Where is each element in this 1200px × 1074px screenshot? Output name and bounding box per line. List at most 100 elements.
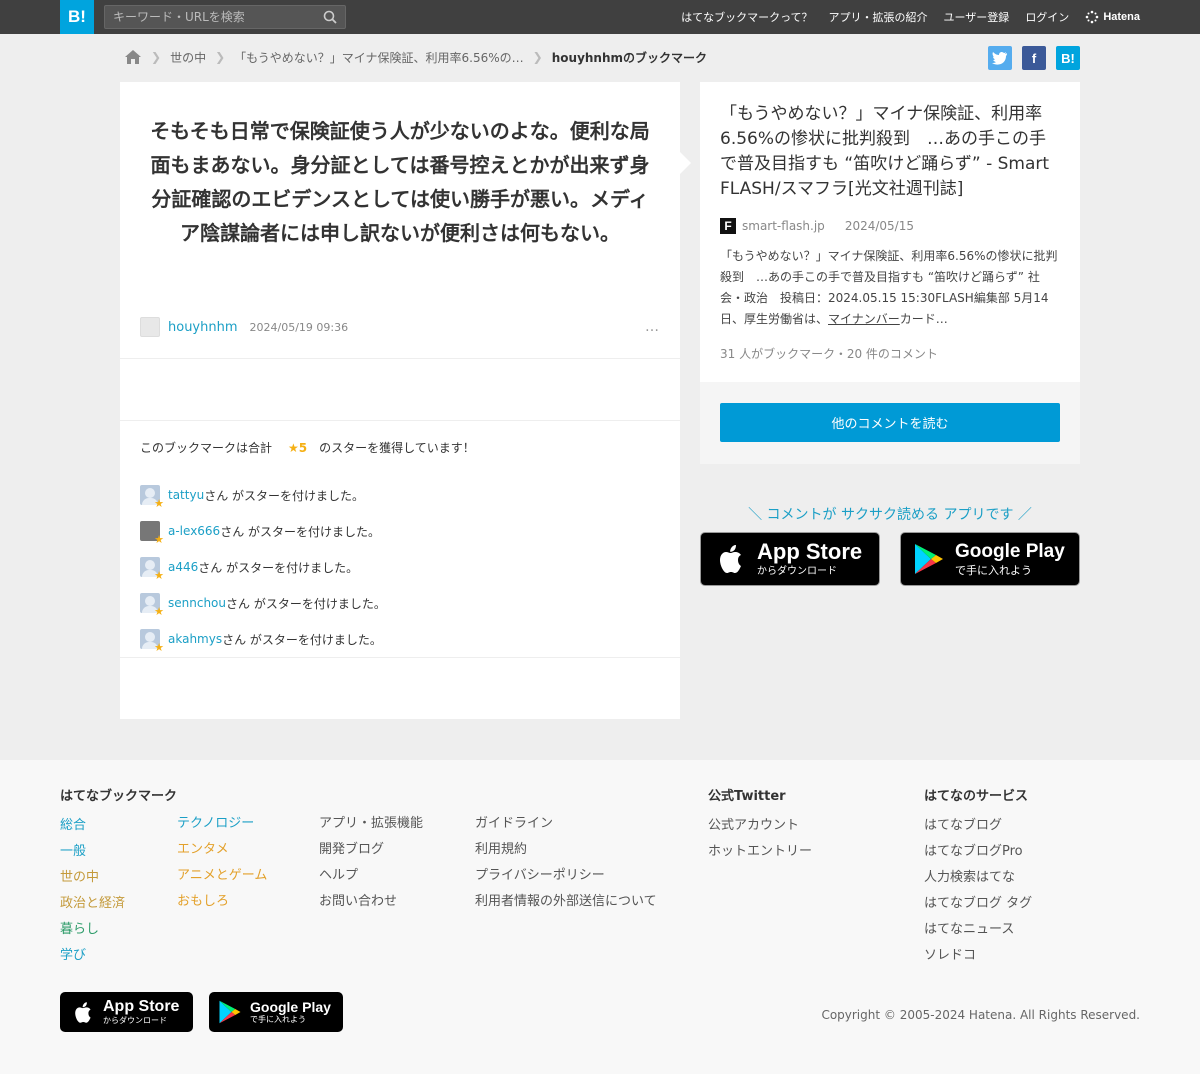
avatar[interactable]	[140, 317, 160, 337]
google-play-button[interactable]: Google Play で手に入れよう	[900, 532, 1080, 586]
footer-cat-col-b: テクノロジー エンタメ アニメとゲーム おもしろ	[177, 816, 267, 920]
footer-link-privacy[interactable]: プライバシーポリシー	[475, 868, 657, 894]
avatar[interactable]: ★	[140, 485, 164, 510]
footer-link-guideline[interactable]: ガイドライン	[475, 816, 657, 842]
search-icon[interactable]	[323, 10, 337, 24]
avatar[interactable]: ★	[140, 593, 164, 618]
top-bar: B! はてなブックマークって？ アプリ・拡張の紹介 ユーザー登録 ログイン Ha…	[0, 0, 1200, 34]
footer-cat-life[interactable]: 暮らし	[60, 922, 177, 948]
divider	[120, 358, 680, 359]
app-store-label: App Store	[757, 539, 863, 564]
footer-cat-ippan[interactable]: 一般	[60, 844, 177, 870]
footer-cat-social[interactable]: 世の中	[60, 870, 177, 896]
footer-twitter-official[interactable]: 公式アカウント	[708, 818, 812, 844]
hatena-brand-label: Hatena	[1103, 11, 1140, 23]
footer-links-col-a: アプリ・拡張機能 開発ブログ ヘルプ お問い合わせ	[319, 816, 423, 920]
avatar[interactable]: ★	[140, 629, 164, 654]
top-nav: はてなブックマークって？ アプリ・拡張の紹介 ユーザー登録 ログイン Haten…	[681, 0, 1140, 34]
article-domain-link[interactable]: smart-flash.jp	[742, 219, 825, 233]
divider	[120, 657, 680, 658]
avatar[interactable]: ★	[140, 557, 164, 582]
article-date: 2024/05/15	[844, 219, 914, 233]
footer-bookmark-title: はてなブックマーク	[60, 789, 178, 804]
footer-app-store-label: App Store	[103, 998, 180, 1015]
breadcrumb-entry-link[interactable]: 「もうやめない？」マイナ保険証、利用率6.56%の…	[234, 49, 524, 66]
keyword-link[interactable]: マイナンバー	[828, 312, 900, 326]
list-item: ★ sennchou さん がスターを付けました。	[140, 585, 386, 621]
comment-date: 2024/05/19 09:36	[249, 320, 349, 334]
footer-link-help[interactable]: ヘルプ	[319, 868, 423, 894]
chevron-right-icon: ❯	[532, 50, 543, 64]
footer-google-play-button[interactable]: Google Play で手に入れよう	[209, 992, 343, 1032]
nav-about-link[interactable]: はてなブックマークって？	[681, 9, 812, 25]
app-store-sublabel: からダウンロード	[757, 566, 837, 577]
avatar[interactable]: ★	[140, 521, 164, 546]
footer-cat-tech[interactable]: テクノロジー	[177, 816, 267, 842]
breadcrumb: ❯ 世の中 ❯ 「もうやめない？」マイナ保険証、利用率6.56%の… ❯ hou…	[124, 46, 707, 68]
article-stats-link[interactable]: 31 人がブックマーク・20 件のコメント	[720, 345, 938, 362]
footer-cat-general[interactable]: 総合	[60, 818, 177, 844]
apple-icon	[75, 1001, 91, 1023]
footer-service-soredoko[interactable]: ソレドコ	[924, 948, 1032, 974]
nav-register-link[interactable]: ユーザー登録	[944, 9, 1010, 25]
star-user-link[interactable]: a446	[168, 560, 198, 574]
hatena-brand-link[interactable]: Hatena	[1085, 10, 1140, 24]
article-meta: F smart-flash.jp 2024/05/15	[720, 218, 914, 234]
footer-cat-fun[interactable]: おもしろ	[177, 894, 267, 920]
footer-service-blogtag[interactable]: はてなブログ タグ	[924, 896, 1032, 922]
hatena-bookmark-logo[interactable]: B!	[60, 0, 94, 34]
footer-twitter-col: 公式Twitter 公式アカウント ホットエントリー	[708, 785, 812, 870]
app-store-button[interactable]: App Store からダウンロード	[700, 532, 880, 586]
list-item: ★ akahmys さん がスターを付けました。	[140, 621, 386, 657]
footer-service-q[interactable]: 人力検索はてな	[924, 870, 1032, 896]
star-user-link[interactable]: akahmys	[168, 632, 222, 646]
search-input[interactable]	[105, 6, 315, 28]
more-options-icon[interactable]: …	[645, 319, 660, 335]
nav-login-link[interactable]: ログイン	[1025, 9, 1069, 25]
star-action-text: さん がスターを付けました。	[222, 632, 382, 647]
star-summary-prefix: このブックマークは合計	[140, 441, 273, 455]
hatena-bookmark-share-icon[interactable]: B!	[1056, 46, 1080, 70]
footer-twitter-hotentry[interactable]: ホットエントリー	[708, 844, 812, 870]
footer-service-blog[interactable]: はてなブログ	[924, 818, 1032, 844]
star-summary: このブックマークは合計 ★5 のスターを獲得しています！	[140, 439, 475, 456]
comment-user-link[interactable]: houyhnhm	[168, 320, 238, 335]
footer-cat-entertainment[interactable]: エンタメ	[177, 842, 267, 868]
star-count[interactable]: ★5	[288, 441, 307, 455]
footer-service-blogpro[interactable]: はてなブログPro	[924, 844, 1032, 870]
nav-apps-link[interactable]: アプリ・拡張の紹介	[829, 9, 928, 25]
footer-app-store-button[interactable]: App Store からダウンロード	[60, 992, 193, 1032]
hatena-dots-icon	[1086, 10, 1099, 24]
footer-app-store-sublabel: からダウンロード	[103, 1016, 167, 1025]
twitter-share-icon[interactable]	[988, 46, 1012, 70]
footer-cat-game[interactable]: アニメとゲーム	[177, 868, 267, 894]
footer-link-apps[interactable]: アプリ・拡張機能	[319, 816, 423, 842]
google-play-label: Google Play	[955, 541, 1065, 562]
home-icon[interactable]	[124, 49, 142, 65]
star-user-link[interactable]: a-lex666	[168, 524, 220, 538]
search-box	[104, 5, 346, 29]
footer-link-contact[interactable]: お問い合わせ	[319, 894, 423, 920]
star-summary-suffix: のスターを獲得しています！	[319, 441, 475, 455]
footer-service-news[interactable]: はてなニュース	[924, 922, 1032, 948]
star-action-text: さん がスターを付けました。	[220, 524, 381, 539]
star-icon: ★	[154, 641, 164, 654]
footer-link-external-transmission[interactable]: 利用者情報の外部送信について	[475, 894, 657, 920]
read-other-comments-button[interactable]: 他のコメントを読む	[720, 403, 1060, 442]
article-title-link[interactable]: 「もうやめない？」マイナ保険証、利用率6.56%の惨状に批判殺到 …あの手この手…	[720, 102, 1062, 202]
star-action-text: さん がスターを付けました。	[204, 488, 365, 503]
article-card: 「もうやめない？」マイナ保険証、利用率6.56%の惨状に批判殺到 …あの手この手…	[700, 82, 1080, 382]
breadcrumb-current: houyhnhmのブックマーク	[551, 50, 708, 65]
chevron-right-icon: ❯	[151, 50, 162, 64]
footer-cat-economics[interactable]: 政治と経済	[60, 896, 177, 922]
star-user-link[interactable]: sennchou	[168, 596, 226, 610]
footer-link-devblog[interactable]: 開発ブログ	[319, 842, 423, 868]
star-user-link[interactable]: tattyu	[168, 488, 204, 502]
footer-cat-knowledge[interactable]: 学び	[60, 948, 177, 974]
facebook-share-icon[interactable]: f	[1022, 46, 1046, 70]
breadcrumb-category-link[interactable]: 世の中	[170, 49, 206, 66]
list-item: ★ a-lex666 さん がスターを付けました。	[140, 513, 386, 549]
footer-link-terms[interactable]: 利用規約	[475, 842, 657, 868]
star-action-text: さん がスターを付けました。	[198, 560, 359, 575]
read-more-box: 他のコメントを読む	[700, 382, 1080, 464]
